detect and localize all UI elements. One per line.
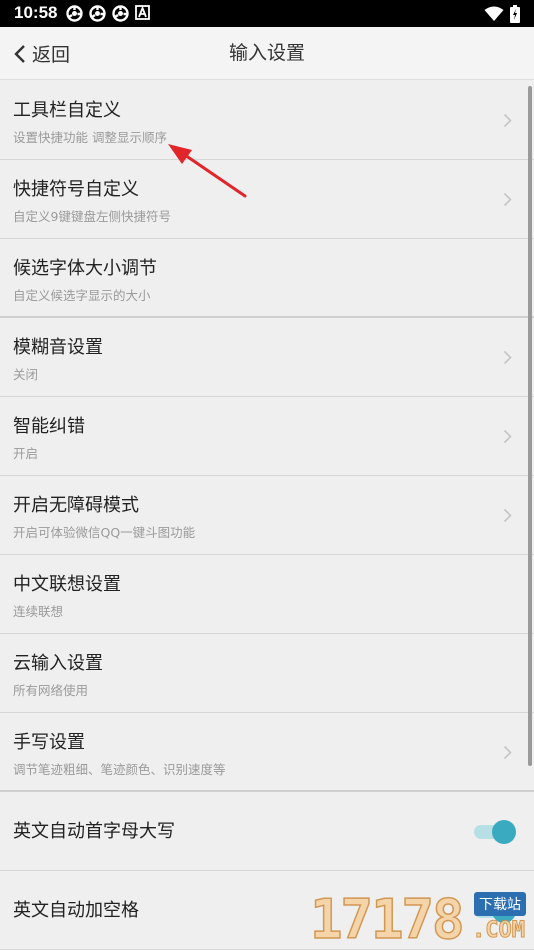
chevron-left-icon xyxy=(14,44,25,63)
status-bar: 10:58 xyxy=(0,0,534,27)
setting-title: 候选字体大小调节 xyxy=(13,258,157,279)
setting-subtitle: 开启 xyxy=(13,446,39,461)
back-label: 返回 xyxy=(32,44,71,66)
setting-title: 手写设置 xyxy=(13,732,85,753)
setting-smart-correction[interactable]: 智能纠错 开启 xyxy=(0,397,534,476)
chevron-right-icon xyxy=(503,192,512,207)
app-bar: 返回 输入设置 xyxy=(0,27,534,80)
chevron-right-icon xyxy=(503,350,512,365)
wifi-icon xyxy=(484,6,504,21)
setting-cloud-input[interactable]: 云输入设置 所有网络使用 xyxy=(0,634,534,713)
setting-handwriting[interactable]: 手写设置 调节笔迹粗细、笔迹颜色、识别速度等 xyxy=(0,713,534,792)
setting-toolbar-customize[interactable]: 工具栏自定义 设置快捷功能 调整显示顺序 xyxy=(0,81,534,160)
settings-list: 工具栏自定义 设置快捷功能 调整显示顺序 快捷符号自定义 自定义9键键盘左侧快捷… xyxy=(0,81,534,950)
setting-title: 开启无障碍模式 xyxy=(13,495,139,516)
scrollbar[interactable] xyxy=(528,86,532,766)
app-icon xyxy=(66,5,83,22)
setting-chinese-association[interactable]: 中文联想设置 连续联想 xyxy=(0,555,534,634)
chevron-right-icon xyxy=(503,113,512,128)
chevron-right-icon xyxy=(503,508,512,523)
setting-title: 模糊音设置 xyxy=(13,337,103,358)
status-time: 10:58 xyxy=(14,3,58,22)
setting-candidate-font-size[interactable]: 候选字体大小调节 自定义候选字显示的大小 xyxy=(0,239,534,318)
setting-subtitle: 关闭 xyxy=(13,367,39,382)
page-title: 输入设置 xyxy=(228,42,305,64)
setting-english-auto-capitalize: 英文自动首字母大写 xyxy=(0,792,534,871)
app-icon xyxy=(112,5,129,22)
setting-subtitle: 连续联想 xyxy=(13,604,64,619)
toggle-thumb xyxy=(492,899,516,923)
toggle-thumb xyxy=(492,820,516,844)
setting-subtitle: 设置快捷功能 调整显示顺序 xyxy=(13,130,167,145)
setting-accessibility-mode[interactable]: 开启无障碍模式 开启可体验微信QQ一键斗图功能 xyxy=(0,476,534,555)
setting-title: 英文自动首字母大写 xyxy=(13,821,175,842)
setting-title: 智能纠错 xyxy=(13,416,85,437)
setting-subtitle: 调节笔迹粗细、笔迹颜色、识别速度等 xyxy=(13,762,226,777)
chevron-right-icon xyxy=(503,429,512,444)
battery-icon xyxy=(510,5,520,23)
setting-subtitle: 所有网络使用 xyxy=(13,683,89,698)
app-icon xyxy=(89,5,106,22)
setting-fuzzy-pinyin[interactable]: 模糊音设置 关闭 xyxy=(0,318,534,397)
setting-title: 中文联想设置 xyxy=(13,574,121,595)
auto-capitalize-toggle[interactable] xyxy=(472,820,516,844)
chevron-right-icon xyxy=(503,745,512,760)
a-icon xyxy=(135,5,150,20)
back-button[interactable]: 返回 xyxy=(14,27,70,80)
setting-title: 工具栏自定义 xyxy=(13,100,121,121)
setting-shortcut-symbols[interactable]: 快捷符号自定义 自定义9键键盘左侧快捷符号 xyxy=(0,160,534,239)
setting-title: 云输入设置 xyxy=(13,653,103,674)
setting-english-auto-space: 英文自动加空格 xyxy=(0,871,534,950)
setting-subtitle: 自定义候选字显示的大小 xyxy=(13,288,151,303)
status-icons-left xyxy=(66,5,150,22)
setting-title: 快捷符号自定义 xyxy=(13,179,139,200)
auto-space-toggle[interactable] xyxy=(472,899,516,923)
setting-title: 英文自动加空格 xyxy=(13,900,139,921)
setting-subtitle: 开启可体验微信QQ一键斗图功能 xyxy=(13,525,196,540)
status-icons-right xyxy=(484,5,520,23)
setting-subtitle: 自定义9键键盘左侧快捷符号 xyxy=(13,209,171,224)
